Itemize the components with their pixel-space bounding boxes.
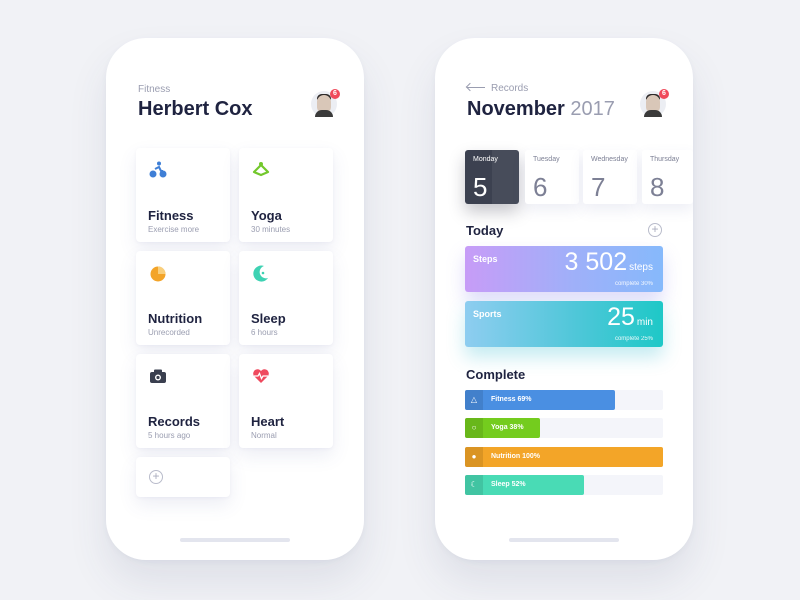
avatar[interactable]: 6 bbox=[640, 89, 669, 117]
day-card-monday[interactable]: Monday 5 bbox=[465, 150, 519, 204]
progress-label: Nutrition 100% bbox=[491, 453, 541, 460]
today-heading: Today bbox=[466, 223, 504, 238]
progress-label: Yoga 38% bbox=[491, 424, 524, 431]
sports-label: Sports bbox=[473, 309, 502, 319]
steps-unit: steps bbox=[629, 262, 653, 273]
day-number: 8 bbox=[650, 172, 665, 202]
camera-icon bbox=[150, 369, 166, 383]
tile-subtitle: 30 minutes bbox=[251, 225, 291, 234]
bicycle-icon bbox=[149, 161, 167, 178]
pie-icon: ● bbox=[465, 447, 483, 467]
sports-unit: min bbox=[636, 317, 653, 328]
day-name: Thursday bbox=[650, 156, 680, 163]
day-number: 5 bbox=[473, 172, 488, 202]
progress-bar-sleep: ☾ Sleep 52% bbox=[465, 475, 663, 495]
progress-bar-yoga: ○ Yoga 38% bbox=[465, 418, 663, 438]
notification-badge: 6 bbox=[330, 89, 340, 99]
tile-subtitle: 5 hours ago bbox=[148, 431, 191, 440]
tile-subtitle: Exercise more bbox=[148, 225, 200, 234]
progress-bar-nutrition: ● Nutrition 100% bbox=[465, 447, 663, 467]
progress-fill bbox=[465, 390, 616, 410]
home-indicator bbox=[509, 538, 619, 542]
day-number: 6 bbox=[533, 172, 548, 202]
moon-icon: ☾ bbox=[465, 475, 483, 495]
day-name: Wednesday bbox=[591, 156, 628, 163]
sports-card[interactable]: Sports 25 min complete 25% bbox=[465, 301, 663, 347]
progress-label: Fitness 69% bbox=[491, 396, 532, 403]
tile-title: Fitness bbox=[148, 208, 194, 223]
phone-left: Fitness Herbert Cox 6 Fitness Exercise m… bbox=[106, 38, 364, 560]
moon-icon bbox=[253, 265, 268, 282]
home-indicator bbox=[180, 538, 290, 542]
progress-bar-fitness: △ Fitness 69% bbox=[465, 390, 663, 410]
page-title: November 2017 bbox=[467, 98, 615, 121]
plus-icon: + bbox=[149, 470, 163, 484]
heart-icon bbox=[253, 369, 269, 383]
day-name: Monday bbox=[473, 156, 498, 163]
back-arrow-icon[interactable] bbox=[467, 87, 485, 88]
day-name: Tuesday bbox=[533, 156, 560, 163]
avatar[interactable]: 6 bbox=[311, 89, 340, 117]
tile-title: Heart bbox=[251, 414, 285, 429]
day-card-thursday[interactable]: Thursday 8 bbox=[642, 150, 693, 204]
add-tile-button[interactable]: + bbox=[136, 457, 230, 497]
tile-subtitle: Normal bbox=[251, 431, 277, 440]
progress-label: Sleep 52% bbox=[491, 481, 526, 488]
tile-title: Sleep bbox=[251, 311, 286, 326]
month-label: November bbox=[467, 98, 565, 120]
steps-value: 3 502 steps bbox=[564, 248, 653, 276]
day-card-tuesday[interactable]: Tuesday 6 bbox=[525, 150, 579, 204]
tile-heart[interactable]: Heart Normal bbox=[239, 354, 333, 448]
day-card-wednesday[interactable]: Wednesday 7 bbox=[583, 150, 637, 204]
page-subtitle: Fitness bbox=[138, 84, 171, 95]
tile-title: Nutrition bbox=[148, 311, 203, 326]
tile-subtitle: 6 hours bbox=[251, 328, 278, 337]
tile-fitness[interactable]: Fitness Exercise more bbox=[136, 148, 230, 242]
steps-card[interactable]: Steps 3 502 steps complete 30% bbox=[465, 246, 663, 292]
tile-title: Records bbox=[148, 414, 201, 429]
phone-right: Records November 2017 6 Monday 5 Tuesday… bbox=[435, 38, 693, 560]
tile-records[interactable]: Records 5 hours ago bbox=[136, 354, 230, 448]
year-label: 2017 bbox=[570, 98, 615, 120]
pie-icon bbox=[150, 266, 166, 282]
yoga-icon bbox=[252, 162, 270, 177]
steps-complete: complete 30% bbox=[614, 281, 653, 287]
sports-complete: complete 25% bbox=[614, 336, 653, 342]
tile-yoga[interactable]: Yoga 30 minutes bbox=[239, 148, 333, 242]
page-title: Herbert Cox bbox=[138, 98, 253, 120]
steps-label: Steps bbox=[473, 254, 498, 264]
sports-value: 25 min bbox=[607, 303, 653, 331]
notification-badge: 6 bbox=[659, 89, 669, 99]
tile-title: Yoga bbox=[251, 208, 282, 223]
day-number: 7 bbox=[591, 172, 606, 202]
tile-nutrition[interactable]: Nutrition Unrecorded bbox=[136, 251, 230, 345]
bicycle-icon: △ bbox=[465, 390, 483, 410]
tile-subtitle: Unrecorded bbox=[148, 328, 190, 337]
tile-sleep[interactable]: Sleep 6 hours bbox=[239, 251, 333, 345]
yoga-icon: ○ bbox=[465, 418, 483, 438]
complete-heading: Complete bbox=[466, 367, 526, 382]
back-label[interactable]: Records bbox=[491, 83, 528, 94]
add-activity-button[interactable]: + bbox=[648, 223, 662, 237]
